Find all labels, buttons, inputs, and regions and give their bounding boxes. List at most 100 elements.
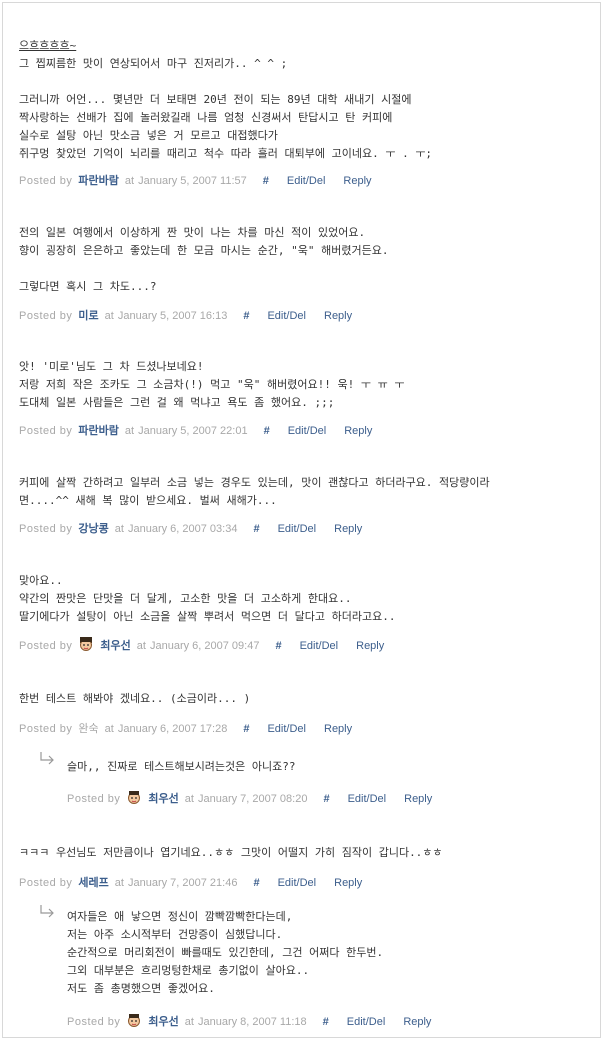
comment-line: 그러니까 어언... 몇년만 더 보태면 20년 전이 되는 89년 대학 새내…: [19, 93, 412, 106]
comment-line: ㅋㅋㅋ 우선님도 저만큼이나 엽기네요..ㅎㅎ 그맛이 어떨지 가히 짐작이 갑…: [19, 846, 443, 859]
comment-line: 향이 굉장히 은은하고 좋았는데 한 모금 마시는 순간, "욱" 해버렸거든요…: [19, 244, 389, 257]
comment-line: 짝사랑하는 선배가 집에 놀러왔길래 나름 엄청 신경써서 탄답시고 탄 커피에: [19, 111, 393, 124]
author-name[interactable]: 미로: [78, 307, 98, 325]
reply-link[interactable]: Reply: [404, 790, 432, 808]
avatar: [78, 636, 94, 652]
comment-date: January 5, 2007 16:13: [117, 310, 228, 322]
posted-by-label: Posted by: [19, 175, 73, 187]
permalink-link[interactable]: #: [253, 874, 259, 892]
edit-del-link[interactable]: Edit/Del: [267, 307, 306, 325]
author-name: 완숙: [78, 722, 99, 735]
comment-line: 실수로 설탕 아닌 맛소금 넣은 거 모르고 대접했다가: [19, 129, 278, 142]
at-label: at: [124, 425, 135, 437]
at-label: at: [104, 310, 114, 322]
edit-del-link[interactable]: Edit/Del: [348, 790, 387, 808]
comment-body: 여자들은 애 낳으면 정신이 깜빡깜빡한다는데, 저는 아주 소시적부터 건망증…: [67, 908, 590, 998]
posted-by-label: Posted by: [19, 310, 73, 322]
reply-link[interactable]: Reply: [334, 874, 362, 892]
comment-date: January 5, 2007 11:57: [138, 175, 247, 187]
posted-by-label: Posted by: [67, 793, 121, 805]
edit-del-link[interactable]: Edit/Del: [278, 520, 317, 538]
comment-body: 으흐흐흐흐~ 그 찝찌름한 맛이 연상되어서 마구 진저리가.. ^ ^ ; 그…: [19, 37, 590, 163]
edit-del-link[interactable]: Edit/Del: [288, 422, 327, 440]
comment-line: 그 찝찌름한 맛이 연상되어서 마구 진저리가.. ^ ^ ;: [19, 57, 288, 70]
comment-line: 순간적으로 머리회전이 빠를때도 있긴한데, 그건 어쩌다 한두번.: [67, 946, 384, 959]
at-label: at: [114, 877, 124, 889]
posted-by-label: Posted by: [19, 425, 73, 437]
comment-date: January 6, 2007 09:47: [149, 640, 260, 652]
permalink-link[interactable]: #: [253, 520, 259, 538]
comment-meta: Posted by 미로 at January 5, 2007 16:13 # …: [19, 307, 590, 325]
comment-meta: Posted by 파란바람 at January 5, 2007 11:57 …: [19, 172, 590, 190]
edit-del-link[interactable]: Edit/Del: [278, 874, 317, 892]
edit-del-link[interactable]: Edit/Del: [267, 720, 306, 738]
comment-date: January 7, 2007 08:20: [197, 793, 308, 805]
permalink-link[interactable]: #: [264, 422, 270, 440]
posted-by-label: Posted by: [19, 877, 73, 889]
author-name[interactable]: 최우선: [148, 1013, 178, 1031]
at-label: at: [136, 640, 146, 652]
edit-del-link[interactable]: Edit/Del: [347, 1013, 386, 1031]
author-name[interactable]: 파란바람: [78, 172, 118, 190]
reply-link[interactable]: Reply: [334, 520, 362, 538]
at-label: at: [184, 1016, 194, 1028]
at-label: at: [184, 793, 194, 805]
permalink-link[interactable]: #: [243, 720, 249, 738]
author-name[interactable]: 파란바람: [78, 422, 118, 440]
author-name[interactable]: 강낭콩: [78, 520, 108, 538]
comment-thread: 으흐흐흐흐~ 그 찝찌름한 맛이 연상되어서 마구 진저리가.. ^ ^ ; 그…: [2, 2, 601, 1038]
comment-line: 커피에 살짝 간하려고 일부러 소금 넣는 경우도 있는데, 맛이 괜찮다고 하…: [19, 476, 490, 489]
reply-link[interactable]: Reply: [324, 307, 352, 325]
edit-del-link[interactable]: Edit/Del: [287, 172, 326, 190]
comment-meta: Posted by 세레프 at January 7, 2007 21:46 #…: [19, 874, 590, 892]
comment-date: January 6, 2007 17:28: [117, 723, 228, 735]
comment-line: 그렇다면 혹시 그 차도...?: [19, 280, 157, 293]
comment-body: 슬마,, 진짜로 테스트해보시려는것은 아니죠??: [67, 758, 590, 776]
reply-link[interactable]: Reply: [356, 637, 384, 655]
comment-reply: 슬마,, 진짜로 테스트해보시려는것은 아니죠?? Posted by 최우선 …: [67, 758, 590, 808]
permalink-link[interactable]: #: [275, 637, 281, 655]
comment-line: 앗! '미로'님도 그 차 드셨나보네요!: [19, 360, 204, 373]
comment-line: 저랑 저희 작은 조카도 그 소금차(!) 먹고 "욱" 해버렸어요!! 욱! …: [19, 378, 405, 391]
comment: 맞아요.. 약간의 짠맛은 단맛을 더 달게, 고소한 맛을 더 고소하게 한대…: [19, 572, 590, 655]
comment-line: [19, 260, 590, 278]
comment: 커피에 살짝 간하려고 일부러 소금 넣는 경우도 있는데, 맛이 괜찮다고 하…: [19, 474, 590, 538]
reply-arrow-icon: [39, 904, 55, 918]
author-name[interactable]: 세레프: [78, 874, 108, 892]
posted-by-label: Posted by: [19, 523, 73, 535]
author-name[interactable]: 최우선: [148, 790, 178, 808]
comment-line: 전의 일본 여행에서 이상하게 짠 맛이 나는 차를 마신 적이 있었어요.: [19, 226, 366, 239]
reply-link[interactable]: Reply: [344, 422, 372, 440]
permalink-link[interactable]: #: [323, 1013, 329, 1031]
comment-line: [19, 73, 590, 91]
permalink-link[interactable]: #: [263, 172, 269, 190]
comment-date: January 8, 2007 11:18: [197, 1016, 307, 1028]
reply-link[interactable]: Reply: [403, 1013, 431, 1031]
comment-line: 저는 아주 소시적부터 건망증이 심했답니다.: [67, 928, 283, 941]
posted-by-label: Posted by: [19, 723, 73, 735]
author-name[interactable]: 최우선: [100, 637, 130, 655]
comment: ㅋㅋㅋ 우선님도 저만큼이나 엽기네요..ㅎㅎ 그맛이 어떨지 가히 짐작이 갑…: [19, 844, 590, 892]
avatar: [126, 789, 142, 805]
comment-meta: Posted by 최우선 at January 6, 2007 09:47 #…: [19, 637, 590, 655]
comment-line: 맞아요..: [19, 574, 63, 587]
comment-line: 한번 테스트 해봐야 겠네요.. (소금이라... ): [19, 692, 251, 705]
comment-reply: 여자들은 애 낳으면 정신이 깜빡깜빡한다는데, 저는 아주 소시적부터 건망증…: [67, 908, 590, 1031]
comment: 으흐흐흐흐~ 그 찝찌름한 맛이 연상되어서 마구 진저리가.. ^ ^ ; 그…: [19, 37, 590, 190]
comment-meta: Posted by 파란바람 at January 5, 2007 22:01 …: [19, 422, 590, 440]
comment-body: 앗! '미로'님도 그 차 드셨나보네요! 저랑 저희 작은 조카도 그 소금차…: [19, 358, 590, 412]
comment-line: 딸기에다가 설탕이 아닌 소금을 살짝 뿌려서 먹으면 더 달다고 하더라고요.…: [19, 610, 396, 623]
permalink-link[interactable]: #: [243, 307, 249, 325]
comment-line: 으흐흐흐흐~: [19, 39, 77, 52]
reply-arrow-icon: [39, 751, 55, 765]
reply-link[interactable]: Reply: [343, 172, 371, 190]
comment-line: 여자들은 애 낳으면 정신이 깜빡깜빡한다는데,: [67, 910, 293, 923]
comment-date: January 7, 2007 21:46: [127, 877, 238, 889]
permalink-link[interactable]: #: [323, 790, 329, 808]
comment-date: January 6, 2007 03:34: [127, 523, 238, 535]
comment-body: 전의 일본 여행에서 이상하게 짠 맛이 나는 차를 마신 적이 있었어요. 향…: [19, 224, 590, 296]
at-label: at: [124, 175, 135, 187]
comment-meta: Posted by 최우선 at January 8, 2007 11:18 #…: [67, 1013, 590, 1031]
edit-del-link[interactable]: Edit/Del: [300, 637, 339, 655]
reply-link[interactable]: Reply: [324, 720, 352, 738]
